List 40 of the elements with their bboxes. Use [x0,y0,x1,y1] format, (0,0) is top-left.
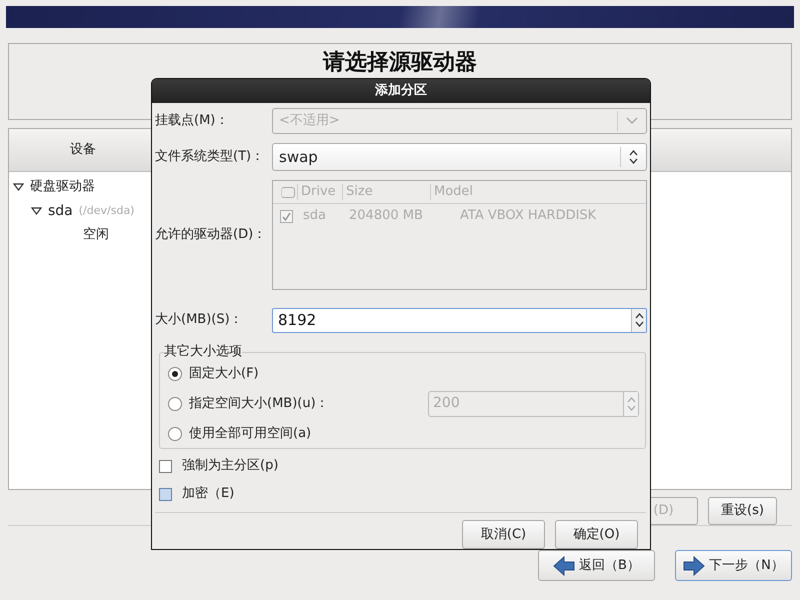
checkbox-label[interactable]: 強制为主分区(p) [182,458,278,474]
back-button[interactable]: 返回（B） [538,550,655,581]
dialog-title: 添加分区 [375,83,427,99]
group-title: 其它大小选项 [164,345,242,359]
expanded-arrow-icon[interactable] [13,182,24,190]
filesystem-dropdown[interactable]: swap [272,143,647,171]
radio-button[interactable] [168,397,182,411]
option-label[interactable]: 使用全部可用空间(a) [189,426,312,442]
tree-item[interactable]: 硬盘驱动器 [30,178,95,194]
option-label[interactable]: 指定空间大小(MB)(u)： [189,396,329,412]
field-label: 大小(MB)(S)： [155,312,244,328]
table-cell-text: sda [302,208,327,224]
panel-button[interactable]: 重设(s) [708,497,777,525]
radio-button[interactable] [168,427,182,441]
field-label: 允许的驱动器(D)： [155,227,268,243]
checkbox[interactable] [159,460,172,472]
chevron-down-icon [626,117,638,125]
next-button[interactable]: 下一步（N） [675,550,792,581]
table-cell-text: ATA VBOX HARDDISK [460,208,598,224]
expanded-arrow-icon[interactable] [31,206,42,214]
dialog-button[interactable]: 确定(O) [555,520,638,549]
field-label: 挂载点(M)： [155,113,230,129]
tree-item[interactable]: 空闲 [83,226,109,242]
spin-button[interactable] [631,308,646,332]
checkbox-label[interactable]: 加密（E) [182,486,234,502]
left-arrow-icon [553,556,576,576]
size-input-field[interactable]: 8192 [272,308,647,332]
spin-arrows-icon[interactable] [629,149,638,165]
field-label: 文件系统类型(T)： [155,149,266,165]
checkbox[interactable] [159,488,172,500]
column-title: 设备 [69,142,97,158]
option-label[interactable]: 固定大小(F) [189,366,259,382]
dialog-button[interactable]: 取消(C) [462,520,545,549]
tree-item[interactable]: sda [48,202,73,218]
device-path: (/dev/sda) [78,202,134,218]
table-cell-text: 204800 MB [349,208,424,224]
right-arrow-icon [683,556,706,576]
spin-arrows-icon[interactable] [634,312,644,328]
page-title: 请选择源驱动器 [323,49,477,77]
radio-button[interactable] [168,367,182,381]
